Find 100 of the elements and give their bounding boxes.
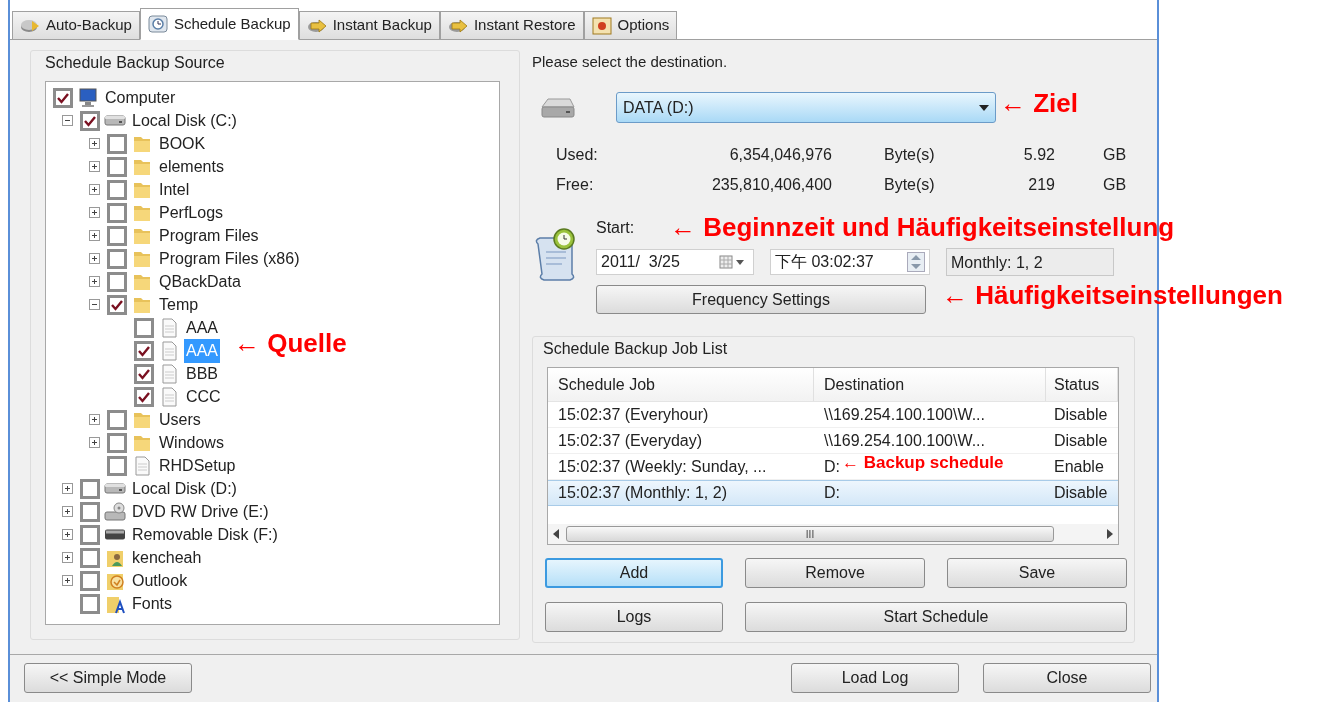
checkbox[interactable] [134, 363, 154, 384]
checkbox[interactable] [80, 501, 100, 522]
tree-item-label[interactable]: kencheah [130, 545, 204, 570]
date-field[interactable]: 2011/ 3/25 [596, 249, 754, 275]
tab[interactable]: Instant Backup [298, 11, 440, 40]
checkbox[interactable] [80, 593, 100, 614]
tab[interactable]: Auto-Backup [12, 11, 140, 40]
size-unit: GB [1103, 176, 1127, 193]
checkbox[interactable] [107, 294, 127, 315]
horizontal-scrollbar[interactable]: III [548, 524, 1118, 544]
tree-item-label[interactable]: Windows [157, 430, 226, 455]
byte-count: 6,354,046,976 [728, 145, 832, 165]
checkbox[interactable] [107, 455, 127, 476]
tree-item-label[interactable]: Users [157, 407, 203, 432]
expand-toggle[interactable] [62, 483, 73, 494]
expand-toggle[interactable] [89, 230, 100, 241]
collapse-toggle[interactable] [62, 115, 73, 126]
disk-arrow-icon [306, 16, 327, 35]
tree-item-label[interactable]: elements [157, 154, 226, 179]
checkbox[interactable] [107, 202, 127, 223]
tree-item-label[interactable]: RHDSetup [157, 453, 238, 478]
column-header[interactable]: Status [1046, 368, 1118, 401]
expand-toggle[interactable] [89, 184, 100, 195]
size-value: 5.92 [1022, 145, 1055, 165]
checkbox[interactable] [107, 133, 127, 154]
checkbox[interactable] [80, 110, 100, 131]
group-title: Schedule Backup Job List [543, 339, 729, 359]
tab[interactable]: Schedule Backup [139, 8, 299, 40]
collapse-toggle[interactable] [89, 299, 100, 310]
tree-item-label[interactable]: Fonts [130, 591, 174, 616]
checkbox[interactable] [107, 248, 127, 269]
checkbox[interactable] [53, 87, 73, 108]
tab[interactable]: Instant Restore [439, 11, 584, 40]
load-log-button[interactable]: Load Log [791, 663, 959, 694]
annotation-label: ← Ziel [1000, 89, 1078, 117]
table-row[interactable]: 15:02:37 (Everyhour) \\169.254.100.100\W... Disable [548, 402, 1118, 428]
tree-item-label[interactable]: Program Files (x86) [157, 246, 302, 271]
checkmark-icon [111, 298, 123, 311]
tree-item-label[interactable]: AAA [184, 315, 220, 340]
tree-item-label[interactable]: PerfLogs [157, 200, 226, 225]
tree-item-label[interactable]: Intel [157, 177, 192, 202]
checkbox[interactable] [107, 225, 127, 246]
simple-mode-button[interactable]: << Simple Mode [24, 663, 192, 694]
checkbox[interactable] [107, 271, 127, 292]
action-button[interactable]: Remove [745, 558, 925, 588]
action-button[interactable]: Save [947, 558, 1127, 588]
expand-toggle[interactable] [89, 276, 100, 287]
byte-unit: Byte(s) [884, 146, 935, 163]
tree-item-label[interactable]: DVD RW Drive (E:) [130, 499, 271, 524]
tree-item-label[interactable]: Local Disk (C:) [130, 108, 239, 133]
expand-toggle[interactable] [62, 529, 73, 540]
expand-toggle[interactable] [89, 207, 100, 218]
frequency-settings-button[interactable]: Frequency Settings [596, 285, 926, 314]
expand-toggle[interactable] [62, 552, 73, 563]
tree-item-label[interactable]: CCC [184, 384, 223, 409]
checkbox[interactable] [80, 478, 100, 499]
expand-toggle[interactable] [89, 138, 100, 149]
tree-item-label[interactable]: Computer [103, 85, 178, 110]
checkbox[interactable] [107, 156, 127, 177]
tree-item-label[interactable]: Removable Disk (F:) [130, 522, 280, 547]
checkbox[interactable] [134, 340, 154, 361]
checkbox[interactable] [80, 570, 100, 591]
checkmark-icon [138, 344, 150, 357]
close-button[interactable]: Close [983, 663, 1151, 694]
expand-toggle[interactable] [62, 506, 73, 517]
checkbox[interactable] [107, 179, 127, 200]
tree-item-label[interactable]: BOOK [157, 131, 208, 156]
tree-item-label[interactable]: Program Files [157, 223, 261, 248]
tab[interactable]: Options [583, 11, 678, 40]
tree-item-label[interactable]: Local Disk (D:) [130, 476, 239, 501]
time-field[interactable]: 下午 03:02:37 [770, 249, 930, 275]
checkbox[interactable] [134, 386, 154, 407]
size-unit: GB [1103, 146, 1127, 163]
checkbox[interactable] [107, 409, 127, 430]
expand-toggle[interactable] [89, 414, 100, 425]
tree-item-label[interactable]: QBackData [157, 269, 243, 294]
tree-item-label[interactable]: BBB [184, 361, 220, 386]
checkbox[interactable] [80, 524, 100, 545]
expand-toggle[interactable] [89, 437, 100, 448]
disk-arrow-icon [447, 16, 468, 35]
table-row[interactable]: 15:02:37 (Monthly: 1, 2) D: Disable [548, 480, 1118, 506]
expand-toggle[interactable] [89, 161, 100, 172]
table-row[interactable]: 15:02:37 (Everyday) \\169.254.100.100\W... Disable [548, 428, 1118, 454]
checkbox[interactable] [107, 432, 127, 453]
scroll-thumb[interactable]: III [566, 526, 1054, 542]
column-header[interactable]: Destination [814, 368, 1046, 401]
action-button[interactable]: Start Schedule [745, 602, 1127, 632]
scroll-right-icon[interactable] [1106, 529, 1114, 539]
action-button[interactable]: Add [545, 558, 723, 588]
column-header[interactable]: Schedule Job [548, 368, 814, 401]
expand-toggle[interactable] [62, 575, 73, 586]
checkbox[interactable] [80, 547, 100, 568]
destination-dropdown[interactable]: DATA (D:) [616, 92, 996, 123]
tree-item-label[interactable]: Outlook [130, 568, 190, 593]
scroll-left-icon[interactable] [552, 529, 560, 539]
checkbox[interactable] [134, 317, 154, 338]
tree-item-label[interactable]: Temp [157, 292, 201, 317]
start-label: Start: [596, 218, 635, 238]
action-button[interactable]: Logs [545, 602, 723, 632]
expand-toggle[interactable] [89, 253, 100, 264]
